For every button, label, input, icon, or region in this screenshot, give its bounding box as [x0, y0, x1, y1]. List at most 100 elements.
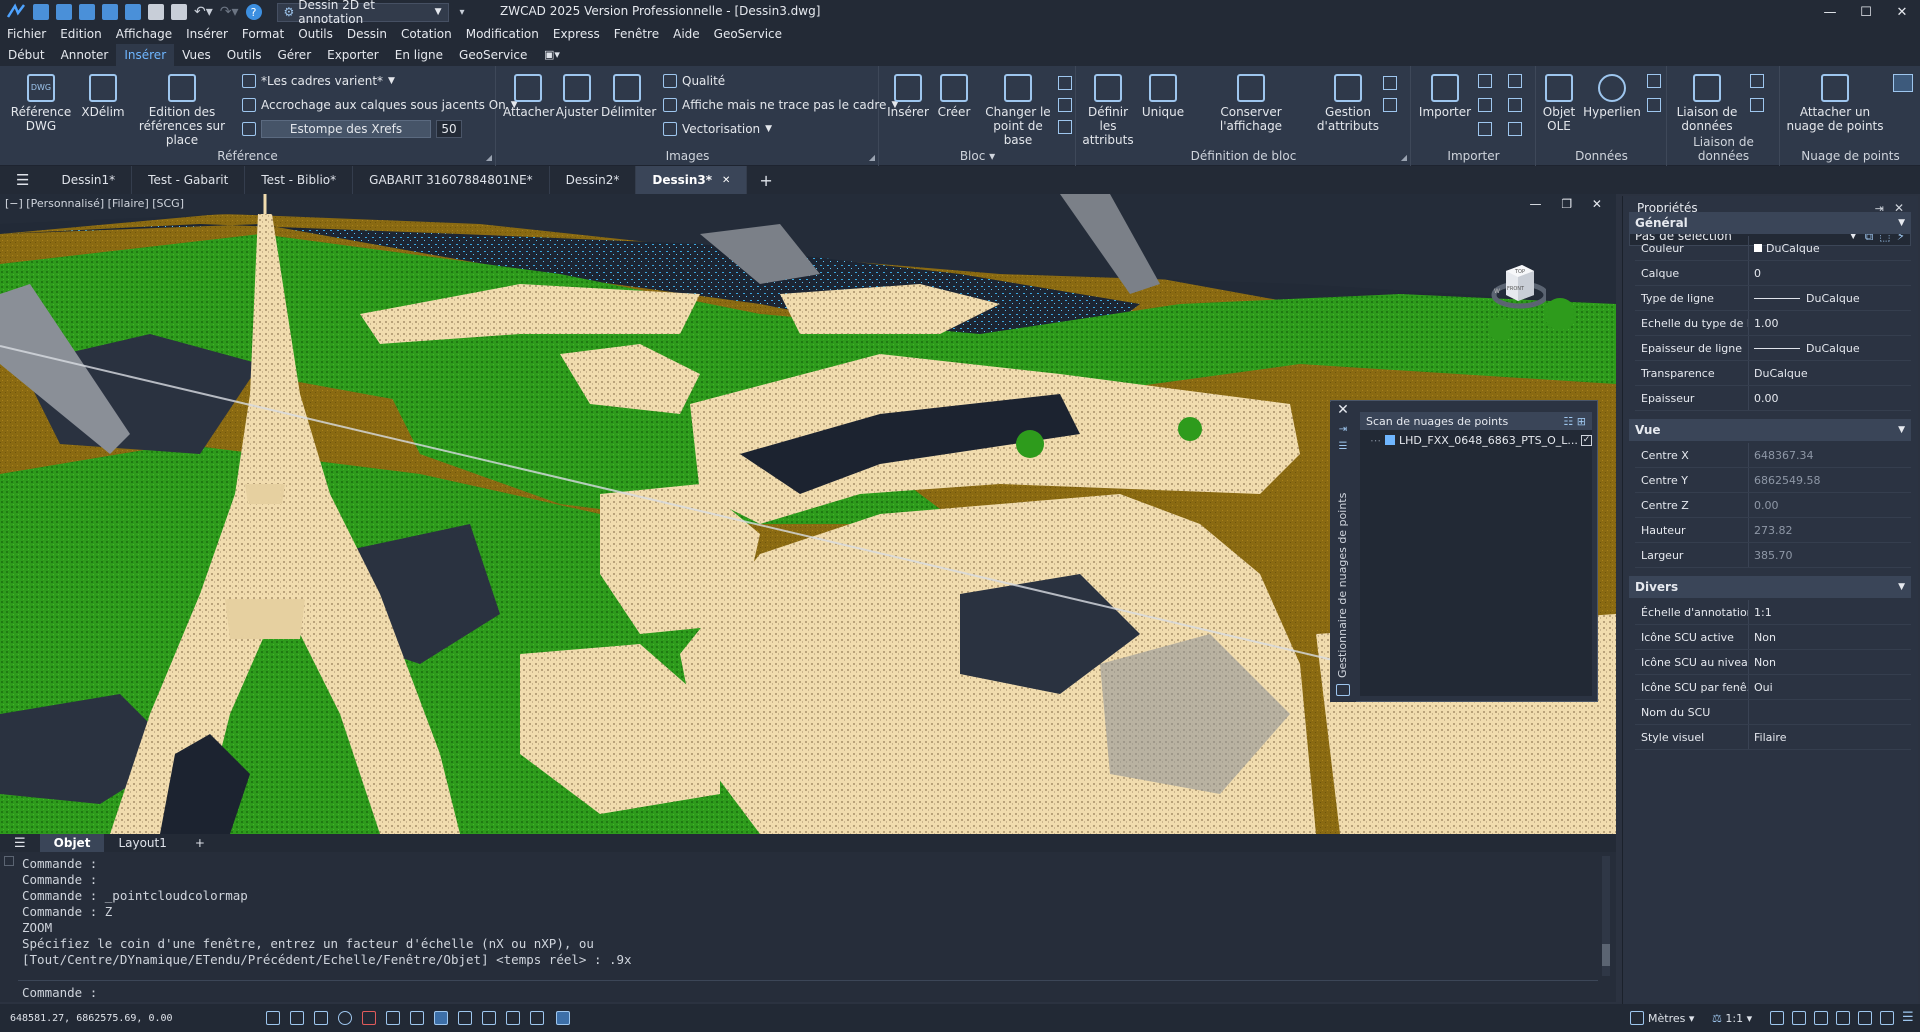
property-row[interactable]: Centre X 648367.34 [1635, 443, 1911, 468]
model-space-icon[interactable] [556, 1011, 570, 1025]
menu-item[interactable]: Aide [666, 27, 707, 41]
command-scrollbar[interactable] [1602, 856, 1610, 976]
property-value[interactable] [1748, 700, 1911, 724]
attach-image-button[interactable]: Attacher [503, 74, 554, 119]
attribute-tool-icon[interactable] [1383, 76, 1397, 90]
document-tab[interactable]: GABARIT 31607884801NE* [353, 166, 550, 194]
ribbon-tab[interactable]: Vues [174, 44, 219, 66]
document-tab[interactable]: Dessin1* [45, 166, 133, 194]
ribbon-tab[interactable]: En ligne [387, 44, 451, 66]
menu-item[interactable]: Affichage [109, 27, 179, 41]
document-tab[interactable]: Test - Gabarit [132, 166, 246, 194]
property-row[interactable]: Transparence DuCalque [1635, 361, 1911, 386]
snap-underlay-dropdown[interactable]: Accrochage aux calques sous jacents On ▼ [242, 98, 518, 112]
menu-item[interactable]: Fenêtre [607, 27, 666, 41]
workspace-switch-icon[interactable] [1814, 1011, 1828, 1025]
data-tool-icon[interactable] [1647, 74, 1661, 88]
document-tab[interactable]: Test - Biblio* [245, 166, 354, 194]
property-row[interactable]: Epaisseur 0.00 [1635, 386, 1911, 411]
annotation-visibility-icon[interactable] [1770, 1011, 1784, 1025]
define-attributes-button[interactable]: Définir les attributs [1079, 74, 1137, 147]
units-dropdown[interactable]: Mètres ▾ [1648, 1012, 1694, 1025]
dialog-launcher-icon[interactable]: ◢ [486, 153, 492, 162]
adjust-image-button[interactable]: Ajuster [555, 74, 599, 119]
dynamic-ucs-icon[interactable] [410, 1011, 424, 1025]
property-row[interactable]: Nom du SCU [1635, 700, 1911, 725]
autohide-icon[interactable]: ⇥ [1330, 424, 1356, 435]
menu-item[interactable]: Insérer [179, 27, 235, 41]
coordinates-display[interactable]: 648581.27, 6862575.69, 0.00 [10, 1013, 173, 1024]
hamburger-menu-icon[interactable]: ☰ [0, 171, 45, 189]
property-row[interactable]: Icône SCU active Non [1635, 625, 1911, 650]
hyperlink-button[interactable]: Hyperlien [1581, 74, 1643, 119]
insert-block-button[interactable]: Insérer [886, 74, 930, 119]
property-value[interactable]: Filaire [1748, 725, 1911, 749]
property-row[interactable]: Centre Y 6862549.58 [1635, 468, 1911, 493]
document-tab[interactable]: Dessin3* ✕ [636, 166, 748, 194]
menu-item[interactable]: Express [546, 27, 607, 41]
open-file-icon[interactable] [56, 4, 72, 20]
block-tool-icon[interactable] [1058, 76, 1072, 90]
property-value[interactable]: 385.70 [1748, 543, 1911, 567]
frames-dropdown[interactable]: *Les cadres varient* ▼ [242, 74, 395, 88]
property-value[interactable]: DuCalque [1748, 286, 1911, 310]
vectorize-dropdown[interactable]: Vectorisation ▼ [663, 122, 772, 136]
ribbon-tab[interactable]: Insérer [116, 44, 175, 66]
menu-item[interactable]: Fichier [0, 27, 53, 41]
property-value[interactable]: 1.00 [1748, 311, 1911, 335]
workspace-select[interactable]: ⚙ Dessin 2D et annotation ▼ [276, 0, 449, 26]
property-value[interactable]: 0.00 [1748, 386, 1911, 410]
group-label-block[interactable]: Bloc ▾ [880, 149, 1075, 163]
annotation-scale-dropdown[interactable]: ⚖ 1:1 ▾ [1712, 1012, 1752, 1025]
xref-fade-value[interactable]: 50 [436, 120, 462, 138]
save-as-icon[interactable] [102, 4, 118, 20]
point-cloud-list-item[interactable]: ⋯ LHD_FXX_0648_6863_PTS_O_L... ✓ [1370, 432, 1592, 448]
keep-display-button[interactable]: Conserver l'affichage [1189, 74, 1313, 133]
layout-tab[interactable]: Objet [39, 834, 105, 852]
layout-tab[interactable]: Layout1 [104, 834, 180, 852]
import-button[interactable]: Importer [1414, 74, 1476, 119]
document-tab[interactable]: Dessin2* [550, 166, 637, 194]
property-value[interactable]: 0 [1748, 261, 1911, 285]
close-tab-icon[interactable]: ✕ [722, 175, 730, 186]
property-value[interactable]: Non [1748, 625, 1911, 649]
xref-fade-slider[interactable]: Estompe des Xrefs [261, 120, 431, 138]
lineweight-icon[interactable] [458, 1011, 472, 1025]
property-row[interactable]: Style visuel Filaire [1635, 725, 1911, 750]
property-row[interactable]: Centre Z 0.00 [1635, 493, 1911, 518]
ribbon-tab[interactable]: GeoService [451, 44, 535, 66]
property-value[interactable]: DuCalque [1748, 236, 1911, 260]
property-value[interactable]: 1:1 [1748, 600, 1911, 624]
minimize-button[interactable]: — [1812, 0, 1848, 24]
frame-display-dropdown[interactable]: Affiche mais ne trace pas le cadre ▼ [663, 98, 898, 112]
close-button[interactable]: ✕ [1884, 0, 1920, 24]
data-tool-icon[interactable] [1647, 98, 1661, 112]
pdf-import-icon[interactable] [1478, 74, 1492, 88]
command-toggle-icon[interactable] [4, 856, 14, 866]
customization-menu-icon[interactable]: ☰ [1902, 1010, 1914, 1025]
properties-section-header[interactable]: Vue ▼ [1629, 419, 1911, 441]
maximize-button[interactable]: ☐ [1848, 0, 1884, 24]
link-tool-icon[interactable] [1750, 74, 1764, 88]
sat-import-icon[interactable] [1508, 122, 1522, 136]
property-value[interactable]: Oui [1748, 675, 1911, 699]
redo-icon[interactable]: ↷▾ [220, 4, 239, 20]
clean-screen-icon[interactable] [1880, 1011, 1894, 1025]
property-row[interactable]: Échelle d'annotation 1:1 [1635, 600, 1911, 625]
dialog-launcher-icon[interactable]: ◢ [869, 153, 875, 162]
hamburger-menu-icon[interactable]: ☰ [0, 834, 40, 852]
quick-properties-icon[interactable] [530, 1011, 544, 1025]
property-value[interactable]: 273.82 [1748, 518, 1911, 542]
image-quality-button[interactable]: Qualité [663, 74, 725, 88]
list-view-icon[interactable]: ☷ ⊞ [1563, 415, 1586, 428]
dialog-launcher-icon[interactable]: ◢ [1401, 153, 1407, 162]
new-layout-button[interactable]: + [181, 834, 219, 852]
save-icon[interactable] [79, 4, 95, 20]
property-row[interactable]: Echelle du type de l... 1.00 [1635, 311, 1911, 336]
object-snap-icon[interactable] [362, 1011, 376, 1025]
menu-item[interactable]: Cotation [394, 27, 459, 41]
property-row[interactable]: Calque 0 [1635, 261, 1911, 286]
create-block-button[interactable]: Créer [932, 74, 976, 119]
transparency-icon[interactable] [482, 1011, 496, 1025]
edit-reference-button[interactable]: Edition des références sur place [128, 74, 236, 147]
